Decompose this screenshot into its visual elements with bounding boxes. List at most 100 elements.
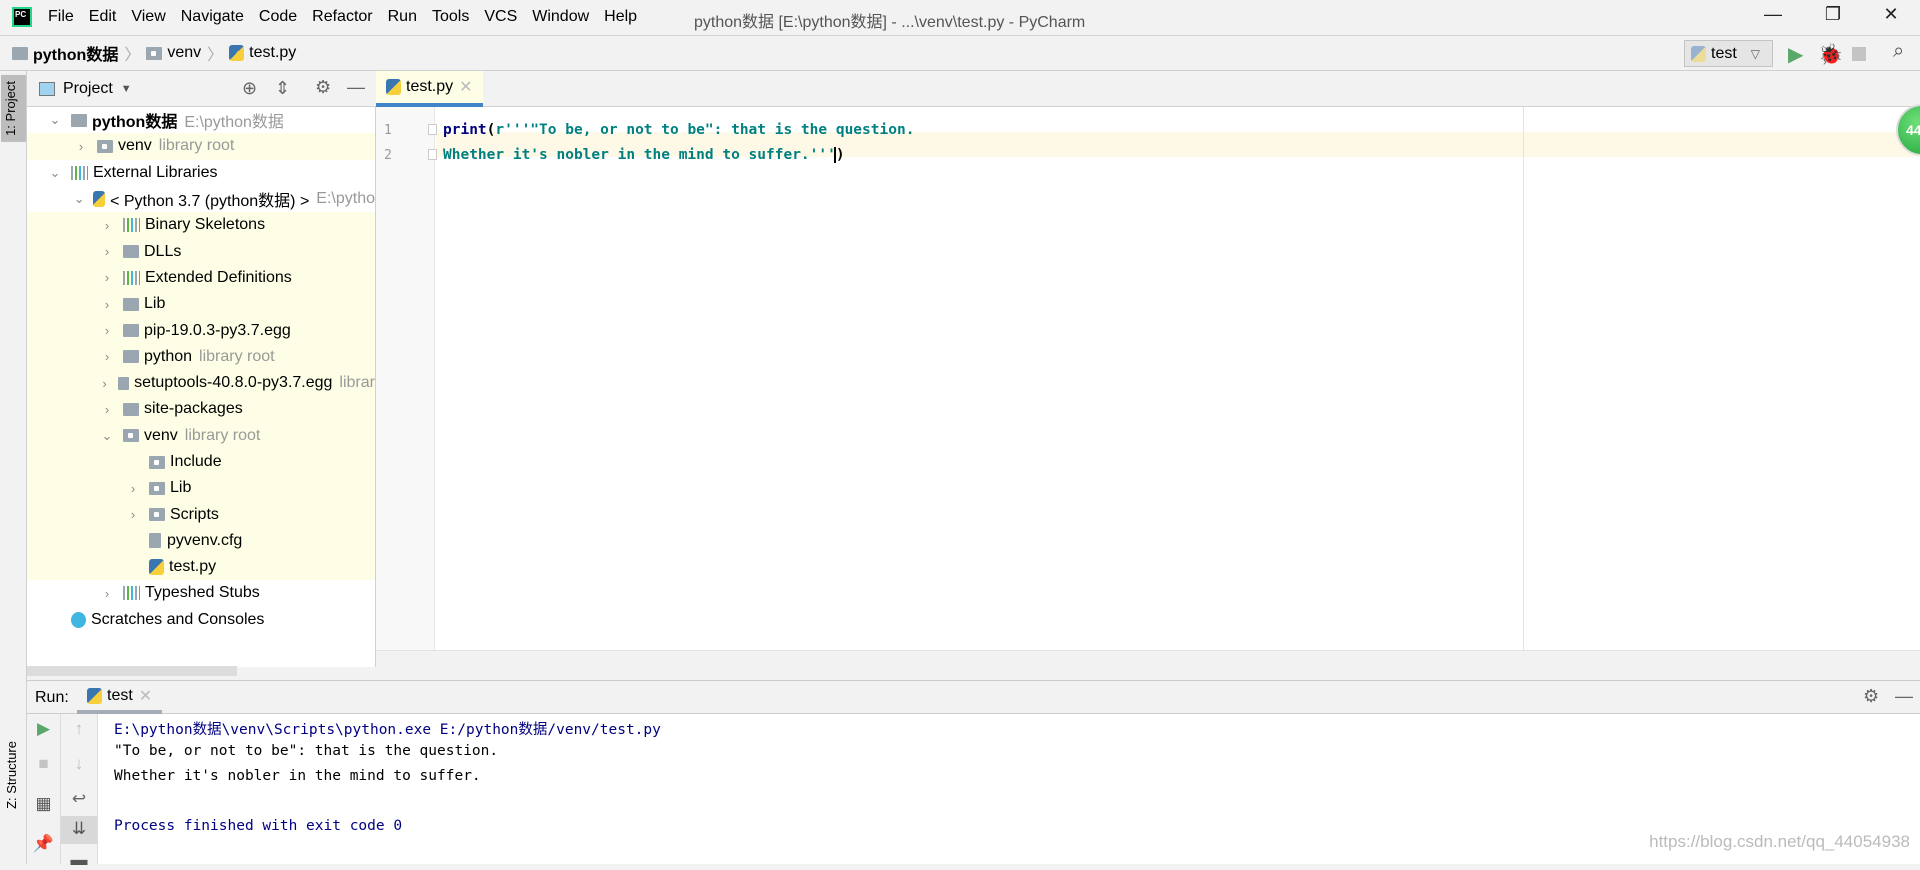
collapse-all-icon[interactable]: ⇕: [275, 78, 290, 99]
minimize-icon[interactable]: —: [1750, 4, 1796, 32]
layout-icon[interactable]: ▦: [27, 794, 60, 814]
tree-item[interactable]: › Typeshed Stubs: [27, 580, 375, 606]
title-bar: PC File Edit View Navigate Code Refactor Run To…: [0, 0, 1920, 36]
locate-icon[interactable]: ⊕: [242, 78, 257, 99]
library-icon: [123, 586, 140, 601]
tree-item[interactable]: › python library root: [27, 343, 375, 370]
chevron-right-icon[interactable]: ›: [99, 297, 115, 312]
run-tab-test[interactable]: test ✕: [77, 681, 163, 714]
tree-item[interactable]: › Lib: [27, 475, 375, 502]
chevron-down-icon[interactable]: ⌄: [73, 191, 85, 207]
python-file-icon: [386, 79, 401, 95]
chevron-down-icon[interactable]: ⌄: [47, 112, 63, 128]
hide-icon[interactable]: —: [347, 77, 365, 98]
tree-item[interactable]: Scratches and Consoles: [27, 607, 375, 633]
chevron-right-icon[interactable]: ›: [99, 376, 110, 391]
tree-item[interactable]: › Scripts: [27, 501, 375, 528]
chevron-right-icon[interactable]: ›: [99, 270, 115, 285]
chevron-right-icon[interactable]: ›: [99, 586, 115, 601]
tree-item[interactable]: pyvenv.cfg: [27, 527, 375, 555]
tree-item[interactable]: › Lib: [27, 291, 375, 318]
menu-window[interactable]: Window: [532, 8, 589, 26]
menu-view[interactable]: View: [131, 8, 165, 26]
tree-item[interactable]: Include: [27, 448, 375, 476]
chevron-right-icon[interactable]: ›: [73, 139, 89, 154]
tree-horizontal-scrollbar[interactable]: [27, 666, 237, 676]
print-icon[interactable]: ▬: [61, 850, 97, 870]
chevron-down-icon[interactable]: ▼: [121, 83, 132, 95]
tree-item-label: External Libraries: [93, 163, 218, 181]
tree-item[interactable]: › venv library root: [27, 133, 375, 160]
folder-icon: [123, 429, 139, 443]
chevron-down-icon[interactable]: ⌄: [47, 165, 63, 181]
tree-item[interactable]: ⌄ External Libraries: [27, 160, 375, 186]
fold-marker-icon[interactable]: [428, 149, 437, 160]
pin-icon[interactable]: 📌: [27, 834, 60, 854]
gear-icon[interactable]: ⚙: [315, 77, 331, 98]
scroll-to-end-icon[interactable]: ⇊: [61, 816, 97, 844]
project-tool-tab[interactable]: 1: Project: [1, 75, 26, 142]
menu-edit[interactable]: Edit: [89, 8, 117, 26]
soft-wrap-icon[interactable]: ↩: [61, 789, 97, 809]
fold-marker-icon[interactable]: [428, 124, 437, 135]
down-arrow-icon[interactable]: ↓: [61, 754, 97, 774]
chevron-right-icon[interactable]: ›: [125, 507, 141, 522]
breadcrumb-item[interactable]: python数据: [33, 41, 118, 65]
menu-refactor[interactable]: Refactor: [312, 8, 372, 26]
code-line[interactable]: Whether it's nobler in the mind to suffe…: [443, 147, 845, 163]
rerun-icon[interactable]: ▶: [27, 719, 60, 739]
tab-test-py[interactable]: test.py ✕: [376, 71, 483, 107]
chevron-right-icon[interactable]: ›: [99, 323, 115, 338]
menu-code[interactable]: Code: [259, 8, 297, 26]
tree-item[interactable]: › Binary Skeletons: [27, 212, 375, 239]
run-tab-label: test: [107, 686, 133, 704]
restore-icon[interactable]: ❐: [1810, 4, 1856, 32]
search-icon[interactable]: ⌕: [1893, 40, 1904, 63]
menu-navigate[interactable]: Navigate: [181, 8, 244, 26]
tree-item-hint: library root: [199, 347, 275, 365]
tree-item[interactable]: ⌄ python数据 E:\python数据: [27, 107, 375, 133]
chevron-right-icon[interactable]: ›: [99, 218, 115, 233]
chevron-down-icon[interactable]: ⌄: [99, 428, 115, 444]
tree-item[interactable]: › DLLs: [27, 238, 375, 265]
tree-item-label: Scripts: [170, 505, 219, 523]
breadcrumb-item[interactable]: test.py: [249, 44, 296, 62]
debug-icon[interactable]: 🐞: [1818, 42, 1843, 67]
tree-item[interactable]: test.py: [27, 554, 375, 581]
tree-item[interactable]: › setuptools-40.8.0-py3.7.egg librar: [27, 369, 375, 397]
run-panel-header: Run: test ✕ ⚙ —: [27, 680, 1920, 714]
close-icon[interactable]: ✕: [1868, 4, 1914, 32]
breadcrumb-item[interactable]: venv: [167, 44, 201, 62]
run-toolbar: ▶ ■ ▦ 📌: [27, 714, 61, 864]
tree-item[interactable]: ⌄ venv library root: [27, 422, 375, 449]
project-view-selector[interactable]: Project: [63, 80, 113, 98]
chevron-right-icon[interactable]: ›: [99, 244, 115, 259]
hide-icon[interactable]: —: [1895, 686, 1913, 707]
run-icon[interactable]: ▶: [1788, 42, 1803, 67]
chevron-right-icon[interactable]: ›: [125, 481, 141, 496]
code-line[interactable]: print(r'''"To be, or not to be": that is…: [443, 122, 914, 138]
menu-help[interactable]: Help: [604, 8, 637, 26]
tree-item[interactable]: ⌄ < Python 3.7 (python数据) > E:\pytho: [27, 186, 375, 212]
menu-vcs[interactable]: VCS: [484, 8, 517, 26]
chevron-right-icon[interactable]: ›: [99, 349, 115, 364]
stop-icon[interactable]: [1852, 47, 1866, 61]
run-console[interactable]: E:\python数据\venv\Scripts\python.exe E:/p…: [98, 714, 1920, 864]
tree-item[interactable]: › Extended Definitions: [27, 264, 375, 292]
python-icon: [149, 559, 164, 576]
line-number: 1: [384, 123, 392, 138]
structure-tool-tab[interactable]: Z: Structure: [4, 741, 19, 809]
gear-icon[interactable]: ⚙: [1863, 686, 1879, 707]
menu-run[interactable]: Run: [388, 8, 417, 26]
menu-tools[interactable]: Tools: [432, 8, 469, 26]
up-arrow-icon[interactable]: ↑: [61, 719, 97, 739]
editor-horizontal-scrollbar[interactable]: [376, 650, 1920, 680]
menu-file[interactable]: File: [48, 8, 74, 26]
tree-item[interactable]: › pip-19.0.3-py3.7.egg: [27, 317, 375, 344]
run-config-select[interactable]: test ▽: [1684, 40, 1773, 67]
chevron-right-icon[interactable]: ›: [99, 402, 115, 417]
close-tab-icon[interactable]: ✕: [139, 686, 152, 706]
stop-icon[interactable]: ■: [27, 754, 60, 774]
tree-item[interactable]: › site-packages: [27, 396, 375, 423]
close-tab-icon[interactable]: ✕: [459, 77, 472, 97]
